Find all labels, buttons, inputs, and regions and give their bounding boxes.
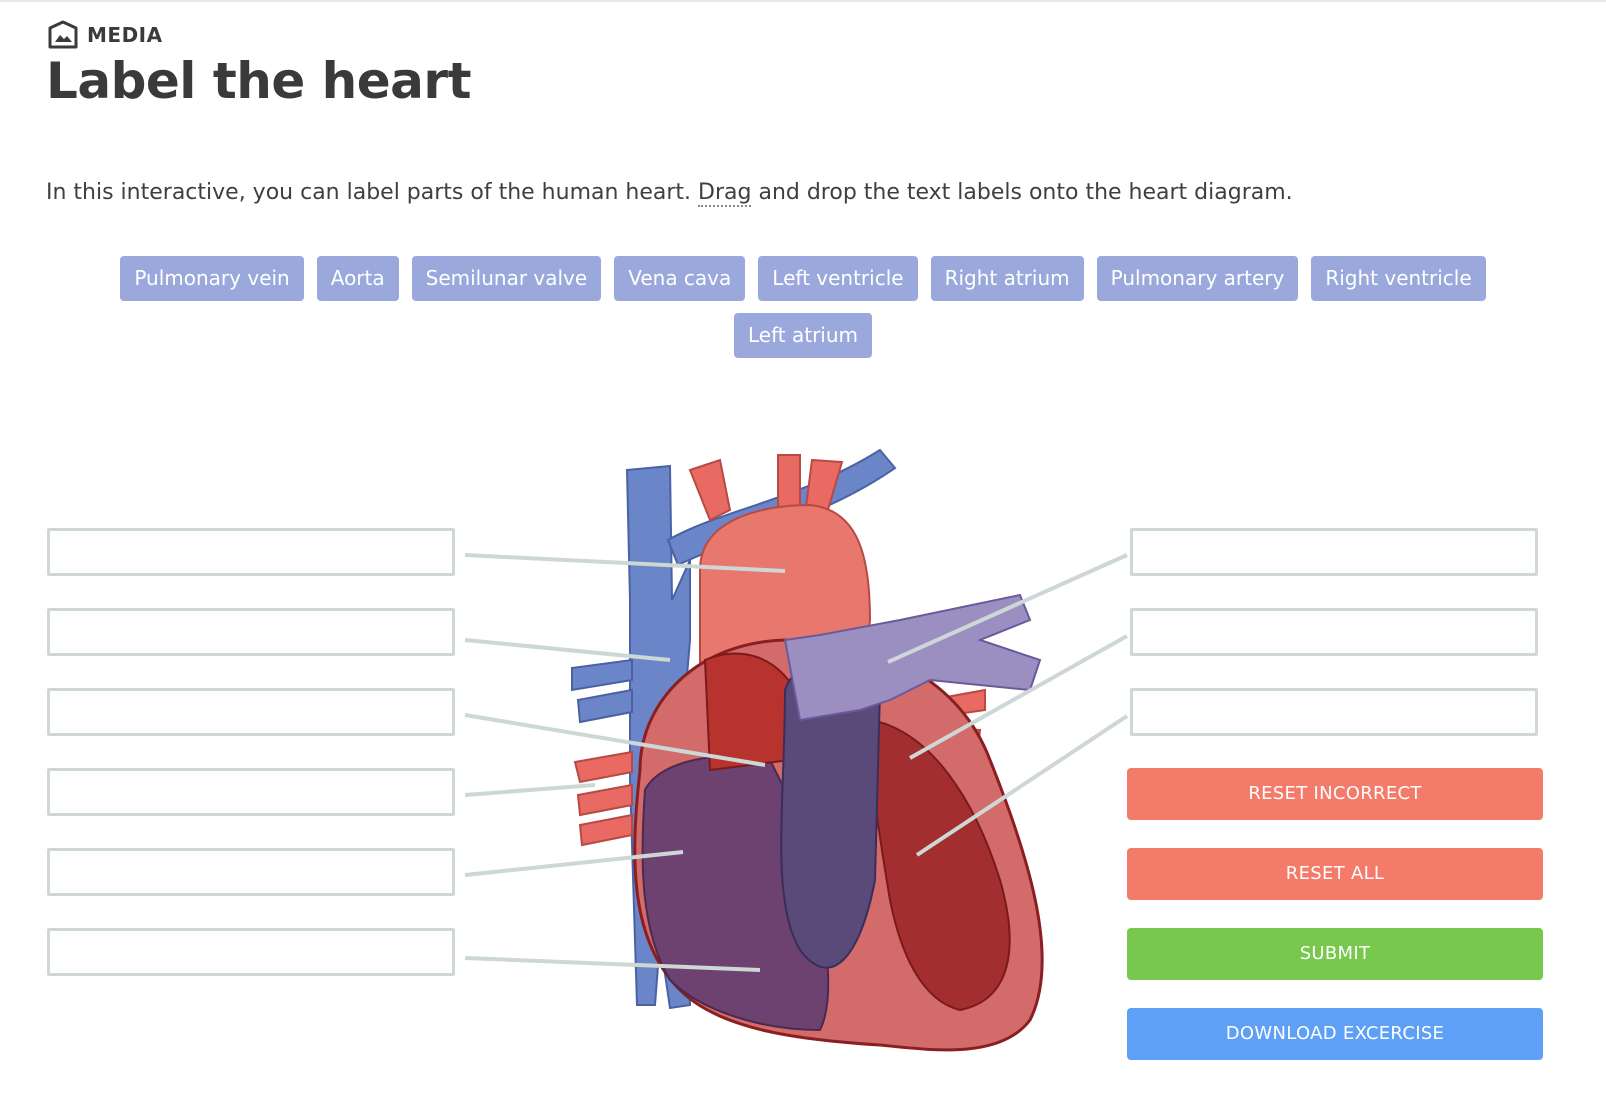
reset-all-button[interactable]: RESET ALL (1127, 848, 1543, 900)
intro-before: In this interactive, you can label parts… (46, 180, 699, 205)
intro-text: In this interactive, you can label parts… (46, 180, 1293, 207)
label-chip-semilunar-valve[interactable]: Semilunar valve (411, 256, 602, 301)
label-chip-left-atrium[interactable]: Left atrium (733, 313, 873, 358)
top-border (0, 0, 1606, 2)
drop-zone-left-1[interactable] (47, 528, 455, 576)
pulmonary-artery-shape (783, 593, 1042, 722)
pulmonary-vein-shape (573, 688, 986, 847)
leader-lines (464, 553, 1129, 972)
label-row-2: Left atrium (0, 313, 1606, 358)
drop-zone-left-4[interactable] (47, 768, 455, 816)
drop-zone-left-5[interactable] (47, 848, 455, 896)
label-chip-right-atrium[interactable]: Right atrium (930, 256, 1084, 301)
label-chip-aorta[interactable]: Aorta (316, 256, 399, 301)
download-exercise-button[interactable]: DOWNLOAD EXCERCISE (1127, 1008, 1543, 1060)
heart-body (633, 638, 1044, 1052)
intro-abbr: Drag (698, 180, 752, 207)
reset-incorrect-button[interactable]: RESET INCORRECT (1127, 768, 1543, 820)
drop-zone-left-2[interactable] (47, 608, 455, 656)
label-chip-pulmonary-artery[interactable]: Pulmonary artery (1096, 256, 1299, 301)
drop-zone-left-3[interactable] (47, 688, 455, 736)
drop-zone-right-1[interactable] (1130, 528, 1538, 576)
label-chip-left-ventricle[interactable]: Left ventricle (758, 256, 918, 301)
drop-zone-right-3[interactable] (1130, 688, 1538, 736)
label-chip-pulmonary-vein[interactable]: Pulmonary vein (120, 256, 304, 301)
media-tag: MEDIA (47, 20, 163, 50)
vena-cava-shape (571, 448, 897, 1010)
label-chip-vena-cava[interactable]: Vena cava (614, 256, 746, 301)
submit-button[interactable]: SUBMIT (1127, 928, 1543, 980)
label-bank: Pulmonary vein Aorta Semilunar valve Ven… (0, 256, 1606, 370)
aorta-shape (688, 454, 872, 721)
drop-zone-left-6[interactable] (47, 928, 455, 976)
page-title: Label the heart (46, 52, 471, 110)
media-icon (48, 20, 78, 49)
drop-zone-right-2[interactable] (1130, 608, 1538, 656)
media-label: MEDIA (87, 23, 163, 47)
label-chip-right-ventricle[interactable]: Right ventricle (1311, 256, 1486, 301)
label-row-1: Pulmonary vein Aorta Semilunar valve Ven… (0, 256, 1606, 301)
intro-after: and drop the text labels onto the heart … (751, 180, 1293, 205)
